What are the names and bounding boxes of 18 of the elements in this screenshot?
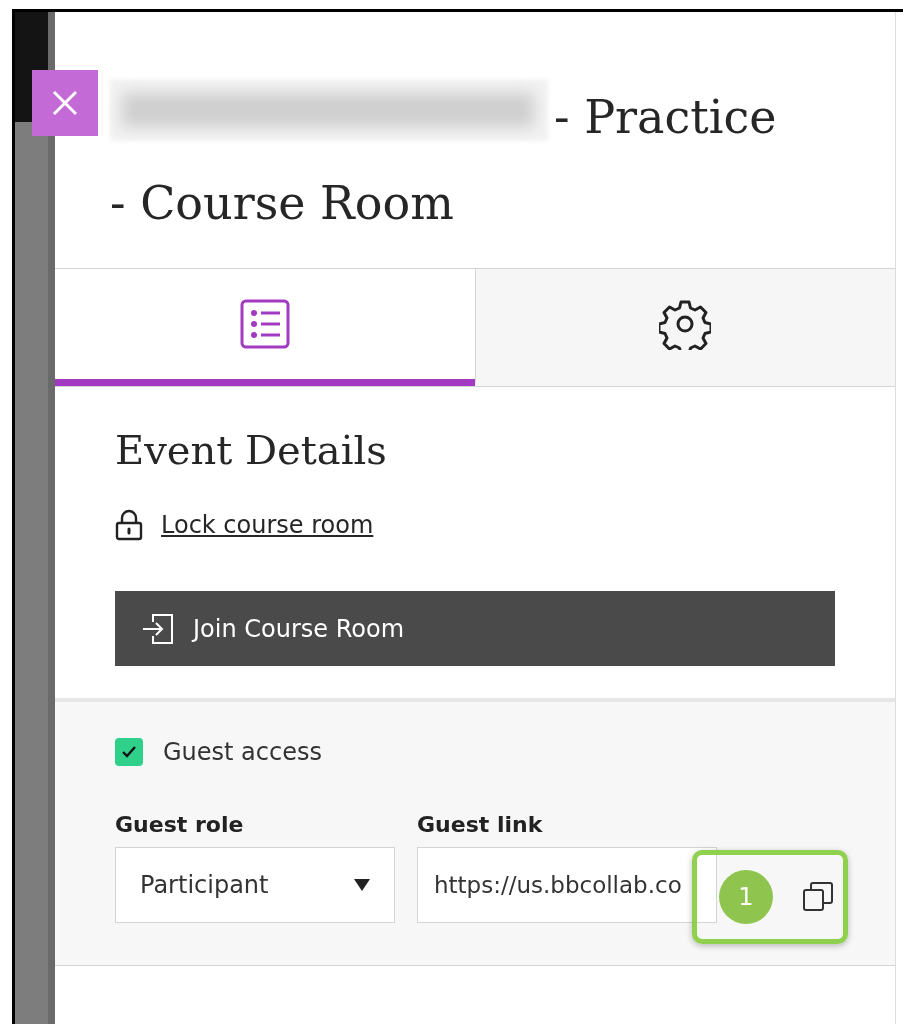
join-button[interactable]: Join Course Room xyxy=(115,591,835,666)
field-label: Guest role xyxy=(115,812,245,837)
role-dropdown[interactable]: Participant xyxy=(115,847,395,923)
copy-icon[interactable] xyxy=(801,880,835,914)
close-icon xyxy=(50,88,80,118)
enter-icon xyxy=(141,611,175,646)
section-heading: Event Details xyxy=(115,427,388,473)
checkbox-label: Guest access xyxy=(163,738,322,766)
lock-icon xyxy=(115,509,143,541)
link-field[interactable]: https://us.bbcollab.co xyxy=(417,847,717,923)
list-icon xyxy=(238,298,291,350)
panel-title: - Practice - Course Room xyxy=(110,90,777,230)
lock-link[interactable]: Lock course room xyxy=(161,511,374,539)
close-button[interactable] xyxy=(32,70,98,136)
caret-icon xyxy=(354,879,370,891)
field-label: Guest link xyxy=(417,812,544,837)
settings-icon xyxy=(659,298,712,350)
guest-access-checkbox[interactable] xyxy=(115,738,143,766)
